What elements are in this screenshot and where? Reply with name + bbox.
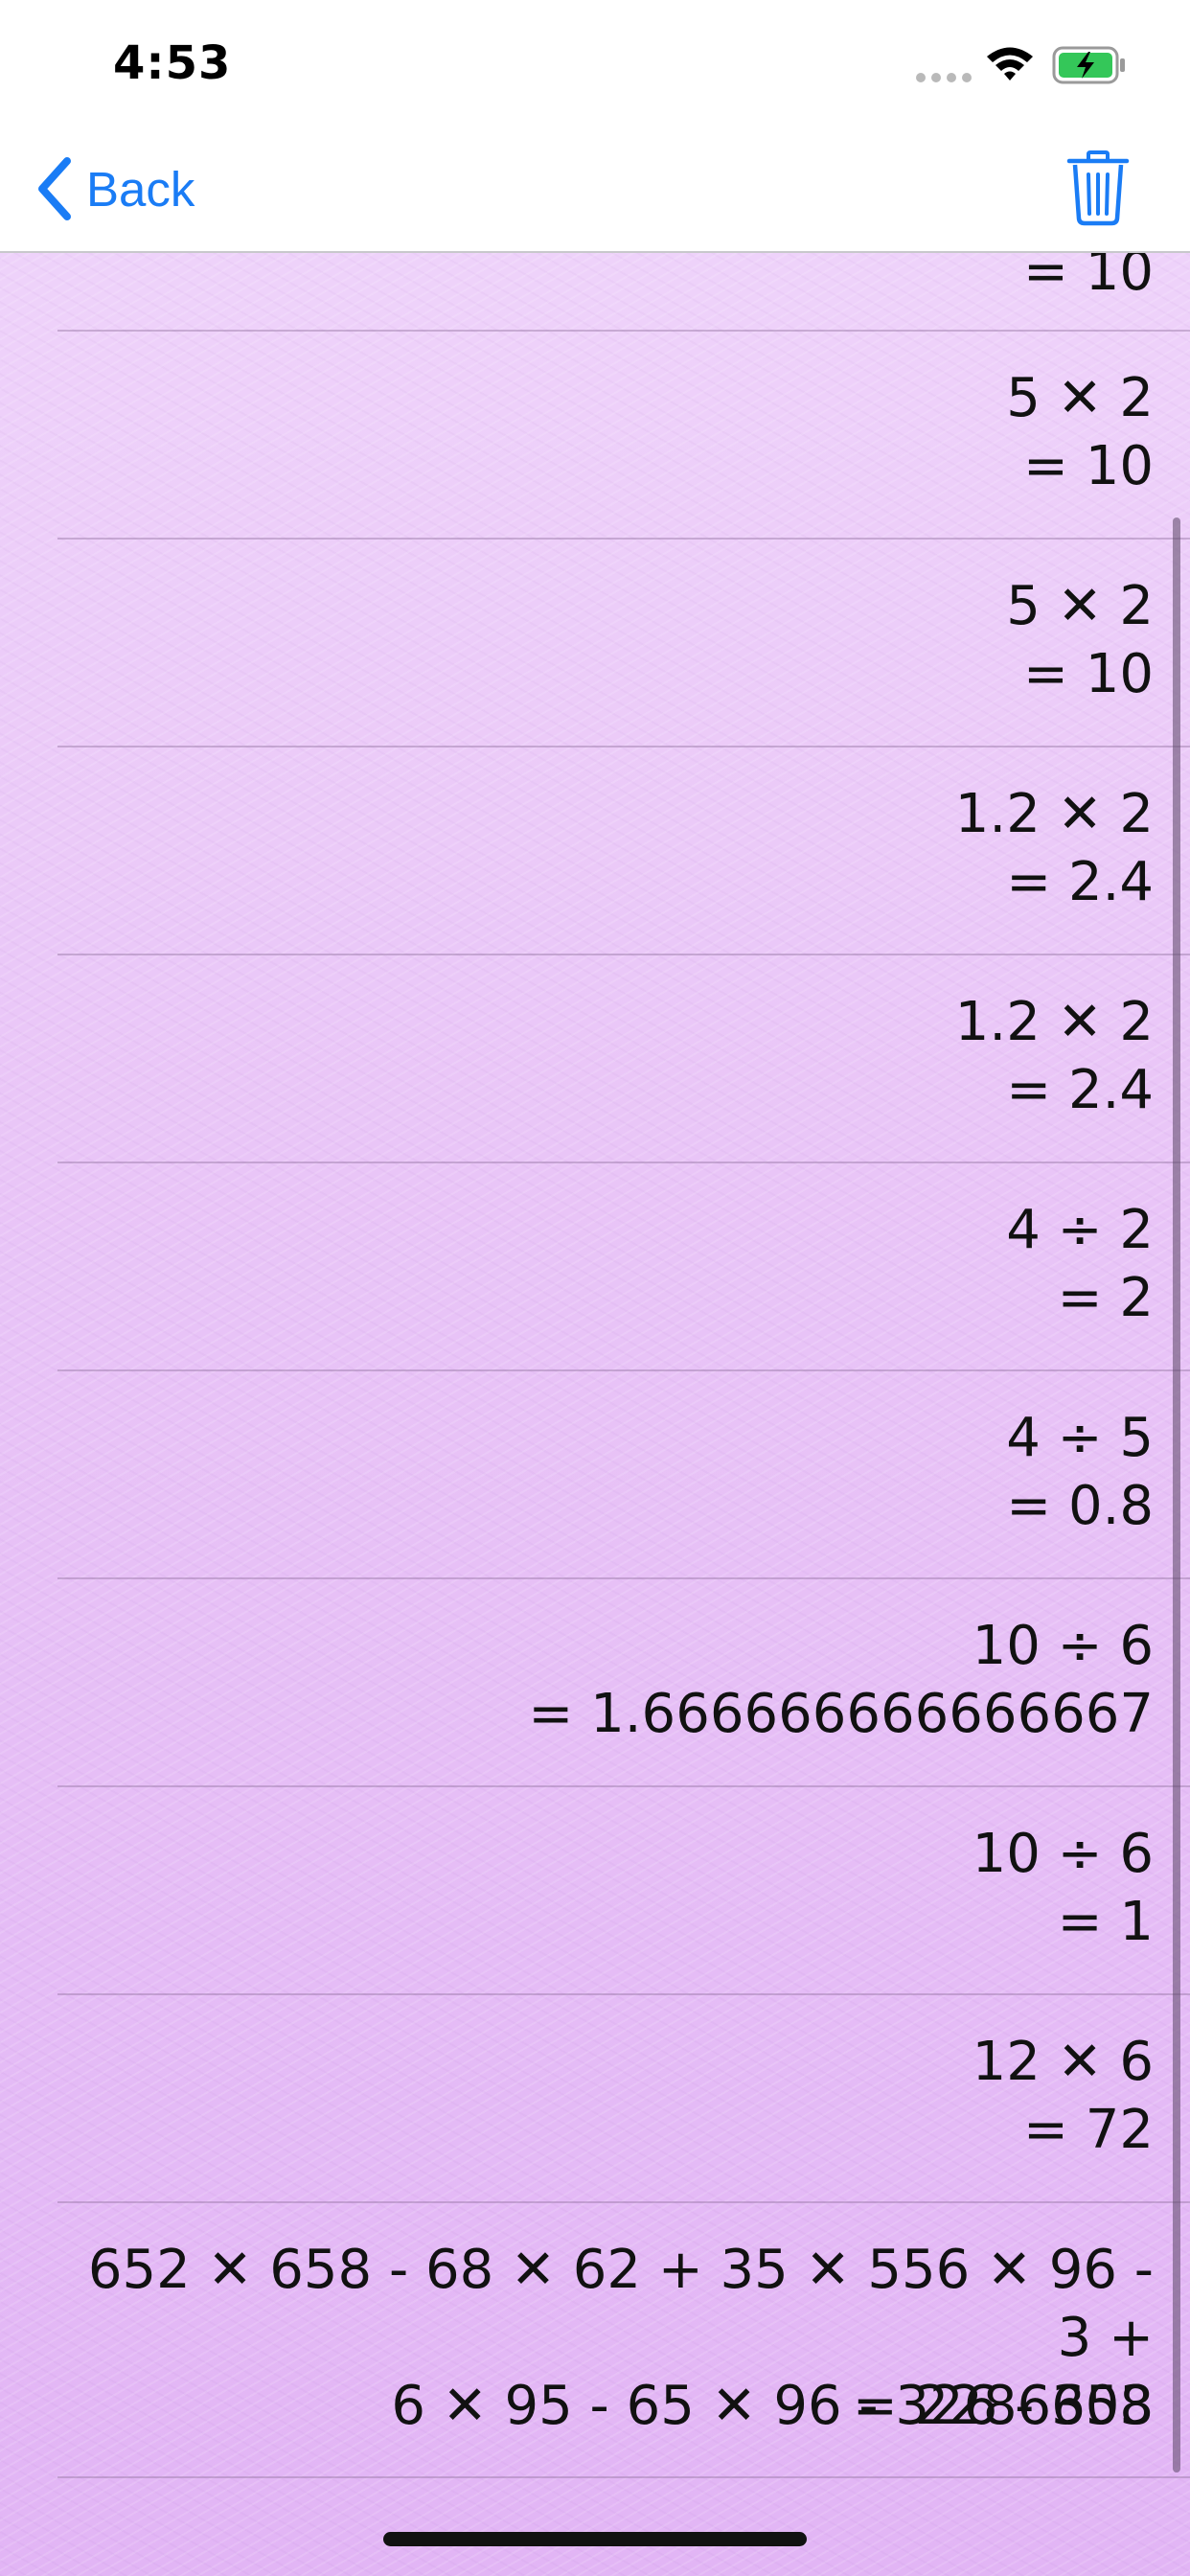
status-bar: 4:53 [0,0,1190,126]
cellular-signal-icon [916,73,972,82]
history-row-result: = 10 [1023,435,1154,497]
history-row[interactable]: 5 ✕ 2 = 10 [57,332,1190,540]
battery-charging-icon [1052,46,1125,84]
history-row-expression: 5 ✕ 2 [1006,575,1154,637]
history-row-expression: 1.2 ✕ 2 [954,783,1154,845]
history-row[interactable]: 4 ÷ 5 = 0.8 [57,1371,1190,1579]
back-button[interactable]: Back [34,155,195,222]
history-row-result: = 2.4 [1006,851,1154,913]
history-row-result: = 1.666666666666667 [528,1683,1154,1745]
history-row-result: = 0.8 [1006,1475,1154,1537]
history-row[interactable]: 1.2 ✕ 2 = 2.4 [57,955,1190,1163]
home-indicator[interactable] [383,2532,807,2546]
history-row-result: = 10 [1023,643,1154,705]
history-row-result: = 2286308 [852,2375,1154,2437]
history-row-result: = 2.4 [1006,1059,1154,1121]
wifi-icon [987,47,1033,80]
history-row-expression: 10 ÷ 6 [972,1615,1154,1677]
history-list[interactable]: = 10 5 ✕ 2 = 10 5 ✕ 2 = 10 1.2 ✕ 2 = 2.4… [0,253,1190,2576]
history-row[interactable]: 12 ✕ 6 = 72 [57,1995,1190,2203]
history-row[interactable]: 5 ✕ 2 = 10 [57,540,1190,748]
history-row-expression: 4 ÷ 2 [1006,1199,1154,1261]
history-row-partial[interactable]: = 10 [57,253,1190,332]
history-row[interactable]: 10 ÷ 6 = 1 [57,1787,1190,1995]
history-row[interactable]: 4 ÷ 2 = 2 [57,1163,1190,1371]
history-row-expression: 1.2 ✕ 2 [954,991,1154,1053]
scroll-indicator[interactable] [1173,518,1180,2472]
history-row-result: = 72 [1023,2099,1154,2161]
status-time: 4:53 [113,36,232,90]
navigation-bar: Back [0,126,1190,253]
history-row[interactable]: 652 ✕ 658 - 68 ✕ 62 + 35 ✕ 556 ✕ 96 - 3 … [57,2203,1190,2478]
history-row[interactable]: 10 ÷ 6 = 1.666666666666667 [57,1579,1190,1787]
trash-icon[interactable] [1065,150,1131,226]
history-row[interactable]: 1.2 ✕ 2 = 2.4 [57,748,1190,955]
history-row-expression: 4 ÷ 5 [1006,1407,1154,1469]
history-row-expression: 10 ÷ 6 [972,1823,1154,1885]
history-row-expression: 12 ✕ 6 [972,2031,1154,2093]
history-row-expression: 5 ✕ 2 [1006,367,1154,429]
back-button-label: Back [86,161,195,217]
history-row-result: = 10 [1023,253,1154,303]
history-row-result: = 2 [1057,1267,1154,1329]
history-row-result: = 1 [1057,1891,1154,1953]
chevron-left-icon [38,157,71,220]
